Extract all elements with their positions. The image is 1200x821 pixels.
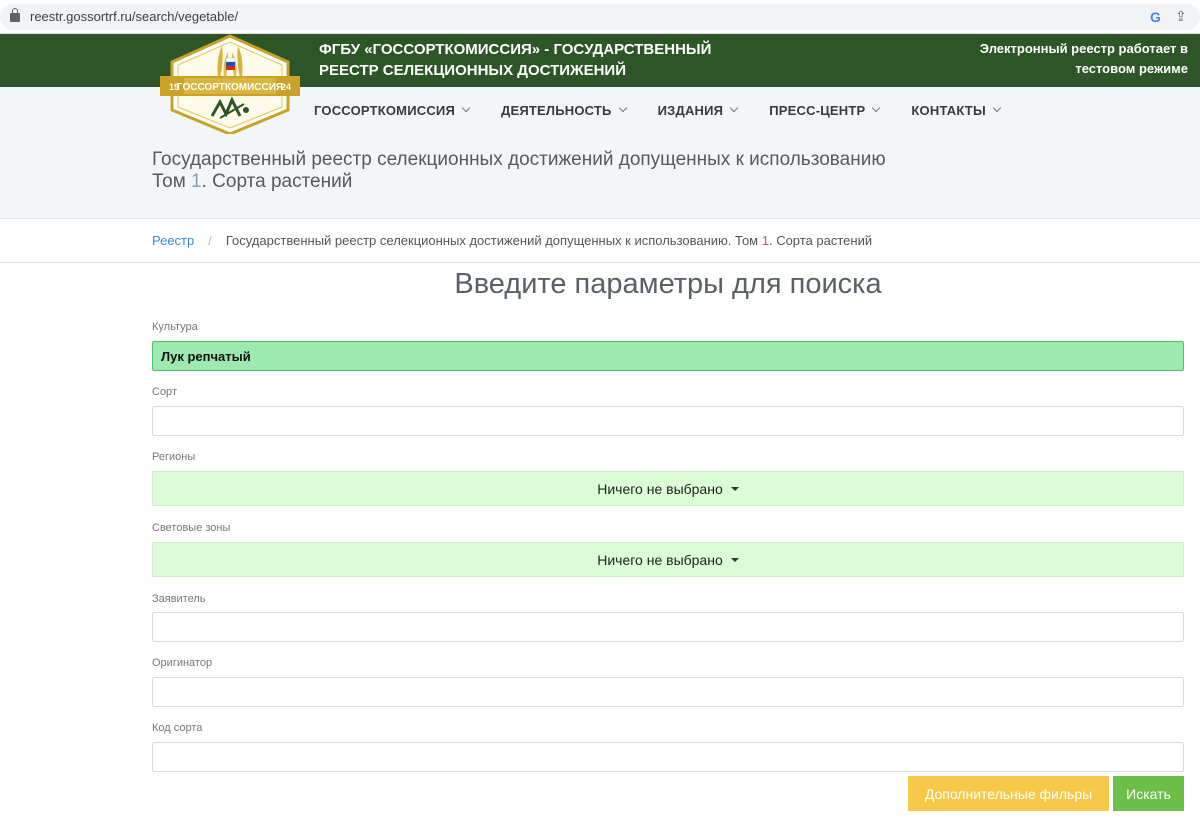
url-field[interactable]: reestr.gossortrf.ru/search/vegetable/ G … [0, 4, 1200, 30]
org-title-line2: РЕЕСТР СЕЛЕКЦИОННЫХ ДОСТИЖЕНИЙ [319, 62, 626, 79]
nav-item-label: ИЗДАНИЯ [657, 102, 724, 118]
light-zones-label: Световые зоны [152, 522, 231, 534]
logo-year-left: 19 [169, 82, 179, 92]
page-title-volume-number: 1 [191, 171, 202, 192]
url-text[interactable]: reestr.gossortrf.ru/search/vegetable/ [30, 9, 238, 24]
chevron-down-icon [461, 103, 471, 113]
variety-code-label: Код сорта [152, 722, 203, 734]
caret-down-icon [730, 486, 739, 491]
test-note-line2: тестовом режиме [1075, 61, 1188, 76]
applicant-input[interactable] [152, 612, 1184, 642]
breadcrumb: Реестр / Государственный реестр селекцио… [152, 233, 872, 248]
culture-label: Культура [152, 321, 198, 333]
variety-code-input[interactable] [152, 742, 1184, 772]
nav-item-contacts[interactable]: КОНТАКТЫ [911, 100, 1002, 120]
flag-shield-icon [225, 57, 236, 70]
nav-item-label: ДЕЯТЕЛЬНОСТЬ [501, 102, 612, 118]
search-button[interactable]: Искать [1113, 776, 1184, 811]
caret-down-icon [730, 557, 739, 562]
logo-year-right: 24 [281, 82, 291, 92]
search-form-title: Введите параметры для поиска [454, 268, 882, 300]
breadcrumb-current-prefix: Государственный реестр селекционных дост… [225, 233, 762, 248]
google-icon[interactable]: G [1150, 9, 1161, 25]
nav-item-label: ПРЕСС-ЦЕНТР [769, 102, 866, 118]
browser-address-bar: reestr.gossortrf.ru/search/vegetable/ G … [0, 0, 1200, 34]
nav-item-press-center[interactable]: ПРЕСС-ЦЕНТР [769, 100, 881, 120]
breadcrumb-current-number: 1 [761, 233, 769, 248]
main-nav: ГОССОРТКОМИССИЯ ДЕЯТЕЛЬНОСТЬ ИЗДАНИЯ ПРЕ… [314, 100, 1032, 120]
variety-input[interactable] [152, 406, 1184, 436]
gossort-logo[interactable]: ГОССОРТКОМИССИЯ 19 24 [160, 34, 300, 134]
breadcrumb-separator: / [208, 233, 212, 248]
breadcrumb-current: Государственный реестр селекционных дост… [226, 233, 872, 248]
page-title-volume-suffix: . Сорта растений [201, 171, 353, 192]
variety-label: Сорт [152, 386, 177, 398]
breadcrumb-current-suffix: . Сорта растений [768, 233, 873, 248]
page-title: Государственный реестр селекционных дост… [152, 149, 1052, 193]
test-mode-note: Электронный реестр работает в тестовом р… [928, 39, 1188, 79]
nav-item-label: ГОССОРТКОМИССИЯ [314, 102, 455, 118]
regions-label: Регионы [152, 451, 196, 463]
chevron-down-icon [872, 103, 881, 113]
nav-item-gossortkomissiya[interactable]: ГОССОРТКОМИССИЯ [314, 100, 471, 120]
nav-item-label: КОНТАКТЫ [911, 102, 986, 118]
page-title-volume-prefix: Том [152, 171, 192, 192]
chevron-down-icon [992, 103, 1002, 113]
light-zones-select[interactable]: Ничего не выбрано [152, 542, 1184, 577]
page-title-line1: Государственный реестр селекционных дост… [152, 149, 886, 170]
nav-item-publications[interactable]: ИЗДАНИЯ [657, 100, 739, 120]
page-title-line2: Том 1. Сорта растений [152, 171, 1052, 193]
breadcrumb-home-link[interactable]: Реестр [152, 233, 194, 248]
originator-label: Оригинатор [152, 657, 213, 669]
org-title: ФГБУ «ГОССОРТКОМИССИЯ» - ГОСУДАРСТВЕННЫЙ… [319, 39, 799, 81]
breadcrumb-divider [0, 262, 1200, 263]
share-icon[interactable]: ⇪ [1175, 8, 1187, 25]
nav-item-activity[interactable]: ДЕЯТЕЛЬНОСТЬ [501, 100, 627, 120]
regions-select[interactable]: Ничего не выбрано [152, 471, 1184, 506]
lock-icon[interactable] [10, 8, 20, 22]
regions-select-value: Ничего не выбрано [597, 480, 723, 497]
culture-input[interactable] [152, 341, 1184, 371]
chevron-down-icon [729, 103, 739, 113]
applicant-label: Заявитель [152, 593, 206, 605]
chevron-down-icon [618, 103, 627, 113]
org-title-line1: ФГБУ «ГОССОРТКОМИССИЯ» - ГОСУДАРСТВЕННЫЙ [319, 41, 712, 58]
originator-input[interactable] [152, 677, 1184, 707]
additional-filters-button[interactable]: Дополнительные фильры [908, 776, 1109, 811]
logo-text: ГОССОРТКОМИССИЯ [177, 82, 283, 93]
light-zones-select-value: Ничего не выбрано [597, 551, 723, 568]
test-note-line1: Электронный реестр работает в [979, 41, 1188, 56]
